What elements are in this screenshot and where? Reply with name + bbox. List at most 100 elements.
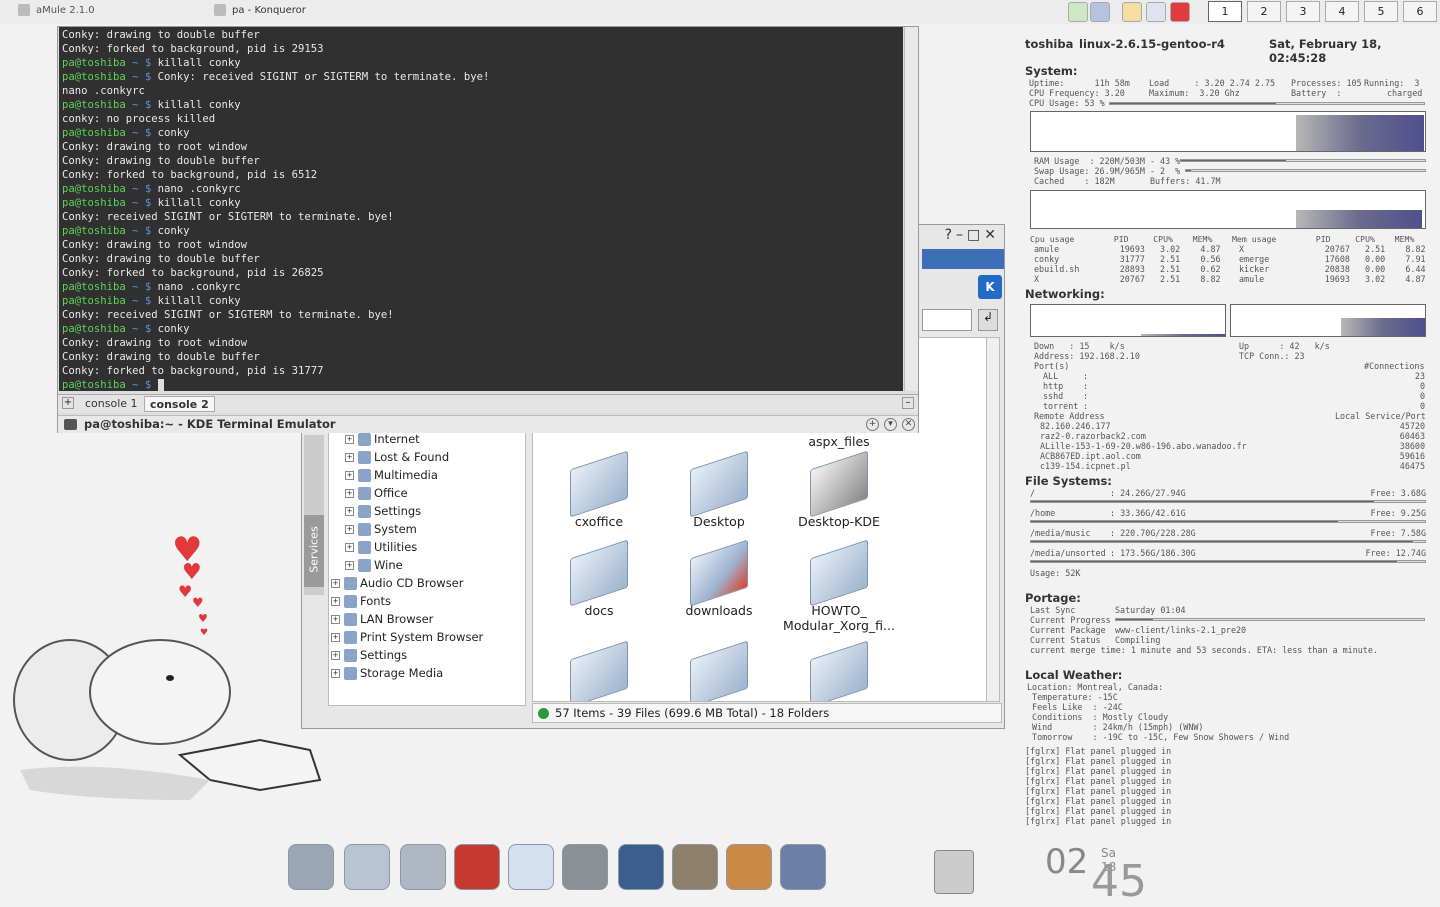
tree-item[interactable]: + Lost & Found [345,450,449,464]
expand-icon[interactable]: + [345,435,354,444]
expand-icon[interactable]: + [345,453,354,462]
tree-item[interactable]: + Print System Browser [331,630,483,644]
minimize-icon[interactable]: – [956,227,967,243]
maximize-icon[interactable]: □ [967,227,984,243]
desktop-6-button[interactable]: 6 [1403,1,1437,22]
kmenu-icon[interactable] [288,844,334,890]
expand-icon[interactable]: + [345,543,354,552]
expand-icon[interactable]: + [345,471,354,480]
tree-item[interactable]: + Internet [345,432,420,446]
kde-drive-icon [810,450,868,518]
tree-item[interactable]: + Utilities [345,540,417,554]
cached-buffers: Cached : 182M Buffers: 41.7M [1034,176,1221,186]
expand-icon[interactable]: + [331,597,340,606]
log-row: [fglrx] Flat panel plugged in [1025,816,1172,826]
amule-icon[interactable] [726,844,772,890]
folder-item[interactable]: cxoffice [539,450,659,529]
home-icon[interactable] [344,844,390,890]
cursor [157,379,165,391]
port-separator: : [1083,401,1089,411]
file-view-scrollbar[interactable] [986,337,1000,702]
close-icon[interactable]: ✕ [984,227,1000,243]
desktop-3-button[interactable]: 3 [1286,1,1320,22]
wolf-icon[interactable] [618,844,664,890]
mail-icon[interactable] [454,844,500,890]
tree-item[interactable]: + Multimedia [345,468,438,482]
expand-icon[interactable]: + [345,507,354,516]
task-konqueror[interactable]: pa - Konqueror [214,4,306,16]
port-separator: : [1083,381,1089,391]
expand-icon[interactable]: + [345,525,354,534]
tree-item[interactable]: + Office [345,486,408,500]
terminal-line: pa@toshiba ~ $ killall conky [62,197,241,209]
folder-item[interactable] [659,640,779,701]
office-icon [358,487,371,500]
help-icon[interactable]: ? [945,227,956,243]
tree-item[interactable]: + Settings [345,504,421,518]
terminal-line: Conky: received SIGINT or SIGTERM to ter… [62,309,394,321]
tab-console-2[interactable]: console 2 [144,396,215,412]
klipper-icon[interactable] [1122,2,1142,22]
mem-process-row: emerge 17608 0.00 7.91 [1239,254,1426,264]
fs-usage-bar [1030,560,1426,563]
local-port: 59616 [1399,451,1425,461]
tab-console-1[interactable]: console 1 [80,396,143,412]
folder-item[interactable]: downloads [659,539,779,618]
search-icon[interactable] [400,844,446,890]
close-tab-icon[interactable]: – [902,397,914,409]
sticky-icon[interactable]: + [866,418,879,431]
desktop-4-button[interactable]: 4 [1325,1,1359,22]
circle-icon[interactable] [1090,2,1110,22]
go-button[interactable]: ↲ [978,309,998,331]
film-icon[interactable] [672,844,718,890]
pen-icon[interactable] [1068,2,1088,22]
minimize-icon[interactable]: ▾ [884,418,897,431]
terminal-line: Conky: forked to background, pid is 6512 [62,169,318,181]
utilities-icon [358,541,371,554]
folder-item[interactable]: docs [539,539,659,618]
chestnut-icon[interactable] [780,844,826,890]
tree-item[interactable]: + Audio CD Browser [331,576,463,590]
expand-icon[interactable]: + [331,579,340,588]
folder-item[interactable]: Desktop-KDE [779,450,899,529]
folder-item[interactable]: Desktop [659,450,779,529]
tree-item[interactable]: + Wine [345,558,403,572]
desktop-5-button[interactable]: 5 [1364,1,1398,22]
expand-icon[interactable]: + [345,489,354,498]
folder-item[interactable] [779,640,899,701]
trash-icon[interactable] [934,850,974,894]
sidebar-tab-services[interactable]: Services [304,515,324,587]
location-combobox[interactable] [922,309,972,331]
tree-item[interactable]: + LAN Browser [331,612,433,626]
task-amule[interactable]: aMule 2.1.0 [18,4,95,16]
folder-item[interactable]: aspx_files [779,434,899,449]
expand-icon[interactable]: + [331,615,340,624]
network-icon[interactable] [1146,2,1166,22]
new-tab-icon[interactable]: + [62,397,74,409]
tcp-connections: TCP Conn.: 23 [1239,351,1305,361]
close-icon[interactable]: ✕ [902,418,915,431]
browser-icon[interactable] [508,844,554,890]
kde-throbber-icon[interactable]: K [978,275,1002,299]
status-label: Current Status [1030,635,1101,645]
fs-usage-value: : 220.70G/228.28G [1110,528,1196,538]
canada-flag-icon[interactable] [1170,2,1190,22]
terminal-line: Conky: drawing to double buffer [62,253,260,265]
tree-item[interactable]: + System [345,522,417,536]
download-speed: Down : 15 k/s [1034,341,1125,351]
terminal-scrollbar[interactable] [904,27,918,391]
printer-icon [344,631,357,644]
desktop-2-button[interactable]: 2 [1247,1,1281,22]
folder-item[interactable] [539,640,659,701]
weather-row: Feels Like : -24C [1027,702,1123,712]
tree-item[interactable]: + Settings [331,648,407,662]
folder-item[interactable]: HOWTO_ Modular_Xorg_fi... [779,539,899,633]
terminal-screen[interactable]: Conky: drawing to double buffer Conky: fo… [59,27,903,391]
tree-item[interactable]: + Fonts [331,594,391,608]
desktop-1-button[interactable]: 1 [1208,1,1242,22]
cpu-process-header: Cpu usage PID CPU% MEM% [1030,234,1213,244]
tree-item[interactable]: + Storage Media [331,666,443,680]
weather-row: Temperature: -15C [1027,692,1118,702]
terminal-icon[interactable] [562,844,608,890]
expand-icon[interactable]: + [345,561,354,570]
